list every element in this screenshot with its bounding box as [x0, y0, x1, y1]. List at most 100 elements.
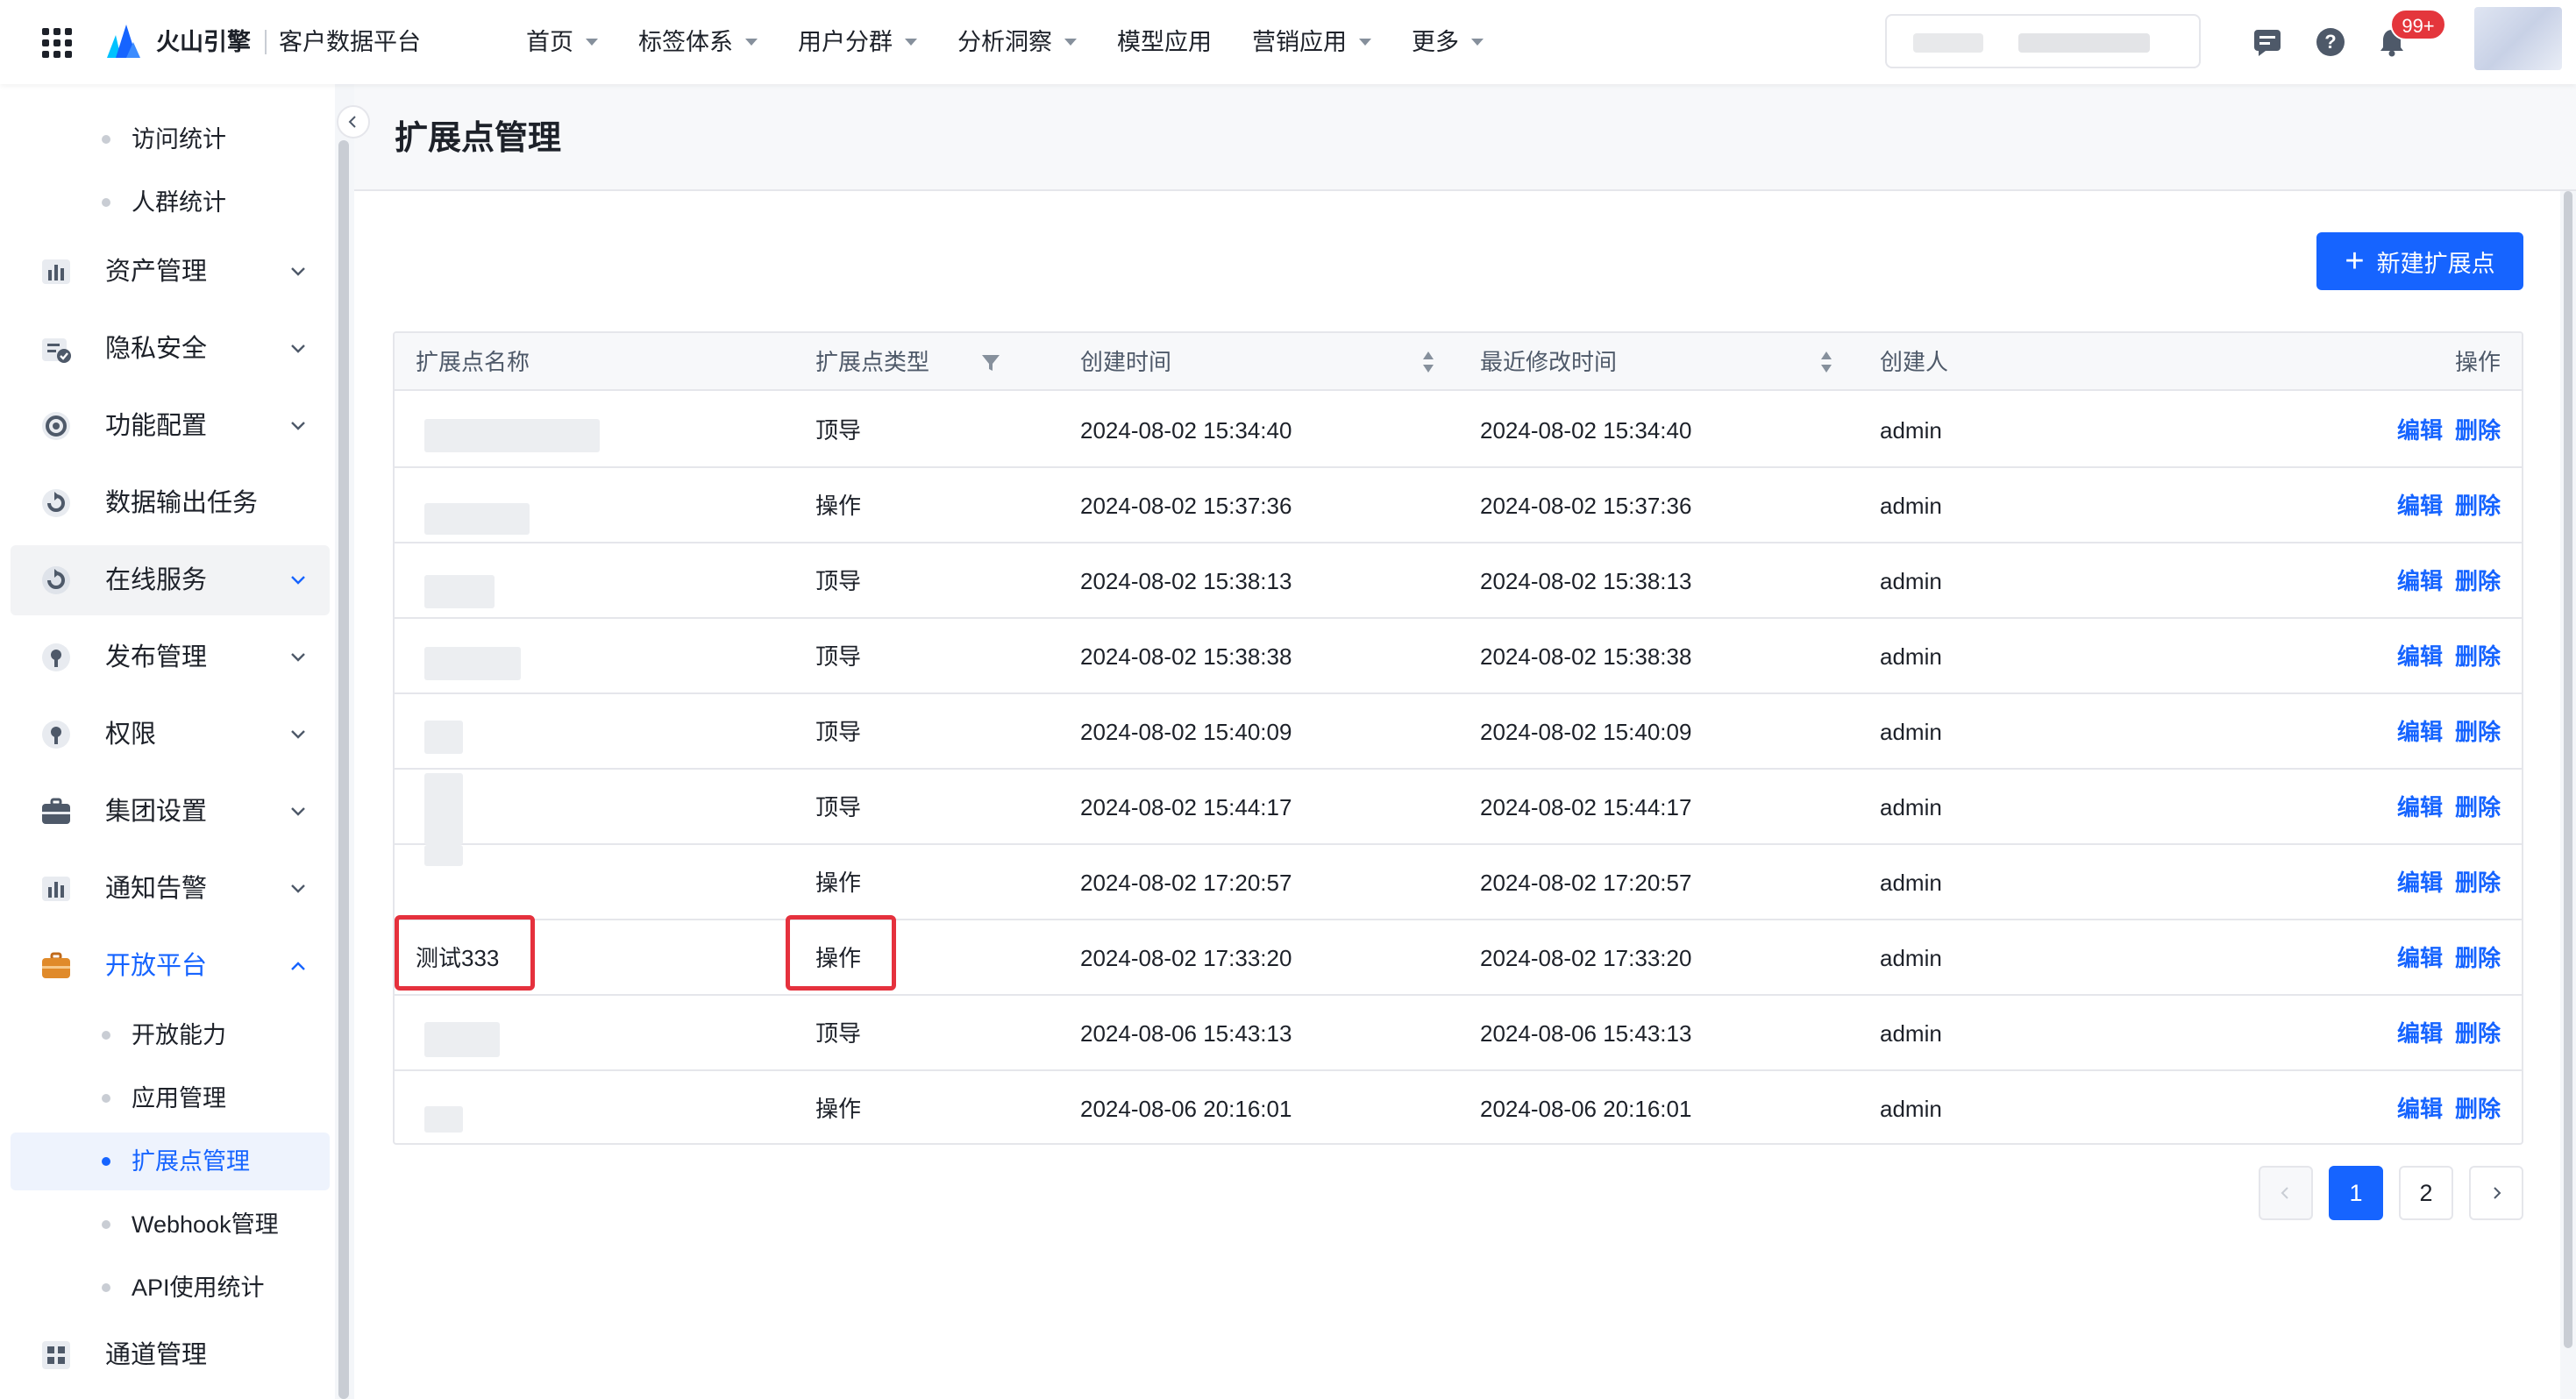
sidebar-group-data-export[interactable]: 数据输出任务: [11, 468, 330, 538]
delete-link[interactable]: 删除: [2455, 866, 2501, 899]
delete-link[interactable]: 删除: [2455, 1017, 2501, 1050]
sidebar-item-api-stats[interactable]: API使用统计: [11, 1259, 330, 1317]
delete-link[interactable]: 删除: [2455, 640, 2501, 673]
delete-link[interactable]: 删除: [2455, 715, 2501, 749]
sidebar-group-label: 在线服务: [105, 566, 208, 594]
cell-modified-time: 2024-08-02 17:33:20: [1480, 945, 1692, 971]
sidebar-scrollbar[interactable]: [338, 140, 349, 1399]
sidebar-item-extension-points[interactable]: 扩展点管理: [11, 1133, 330, 1190]
sidebar-item-label: 扩展点管理: [132, 1148, 250, 1175]
plus-icon: +: [2345, 243, 2365, 280]
edit-link[interactable]: 编辑: [2397, 1017, 2443, 1050]
sidebar-item-visit-stats[interactable]: 访问统计: [11, 110, 330, 168]
main-scrollbar[interactable]: [2564, 191, 2572, 1348]
sidebar-group-label: 资产管理: [105, 258, 208, 286]
cell-type: 顶导: [815, 643, 862, 670]
edit-link[interactable]: 编辑: [2397, 565, 2443, 598]
sidebar-group-label: 通道管理: [105, 1341, 208, 1369]
table-row: 顶导 2024-08-02 15:40:09 2024-08-02 15:40:09…: [395, 694, 2522, 770]
cell-created-time: 2024-08-02 15:44:17: [1080, 794, 1292, 820]
sidebar-group-permissions[interactable]: 权限: [11, 700, 330, 770]
app-launcher-icon[interactable]: [42, 28, 72, 58]
bar-chart-icon: [42, 877, 70, 901]
sidebar-group-label: 隐私安全: [105, 335, 208, 363]
nav-item-label: 营销应用: [1252, 29, 1347, 55]
nav-item-marketing[interactable]: 营销应用: [1252, 26, 1371, 58]
edit-link[interactable]: 编辑: [2397, 791, 2443, 824]
sidebar-group-channels[interactable]: 通道管理: [11, 1320, 330, 1390]
edit-link[interactable]: 编辑: [2397, 715, 2443, 749]
message-icon[interactable]: [2252, 26, 2283, 58]
sidebar-item-webhook[interactable]: Webhook管理: [11, 1196, 330, 1253]
chevron-left-icon: [2281, 1187, 2288, 1199]
cell-created-time: 2024-08-02 15:34:40: [1080, 417, 1292, 444]
sidebar-group-label: 数据输出任务: [105, 489, 259, 517]
cell-modified-time: 2024-08-06 20:16:01: [1480, 1096, 1692, 1122]
sidebar-group-label: 发布管理: [105, 643, 208, 671]
sidebar-group-notifications[interactable]: 通知告警: [11, 854, 330, 924]
edit-link[interactable]: 编辑: [2397, 1092, 2443, 1126]
redacted-name: [424, 647, 521, 680]
caret-down-icon: [586, 39, 598, 46]
sidebar-item-label: Webhook管理: [132, 1211, 279, 1238]
edit-link[interactable]: 编辑: [2397, 941, 2443, 975]
sidebar-item-crowd-stats[interactable]: 人群统计: [11, 174, 330, 231]
workspace-selector[interactable]: [1885, 14, 2201, 68]
chevron-down-icon: [291, 730, 305, 739]
cell-creator: admin: [1880, 794, 1942, 820]
sidebar-group-publish[interactable]: 发布管理: [11, 622, 330, 692]
pagination-next-button[interactable]: [2469, 1166, 2523, 1220]
new-extension-point-button[interactable]: + 新建扩展点: [2316, 232, 2523, 290]
cell-created-time: 2024-08-02 17:33:20: [1080, 945, 1292, 971]
column-header-creator: 创建人: [1880, 349, 1949, 375]
nav-item-insights[interactable]: 分析洞察: [957, 26, 1077, 58]
briefcase-icon: [42, 798, 70, 824]
sidebar-group-online-service[interactable]: 在线服务: [11, 545, 330, 615]
sidebar-group-privacy[interactable]: 隐私安全: [11, 314, 330, 384]
delete-link[interactable]: 删除: [2455, 941, 2501, 975]
sort-icon[interactable]: [1420, 349, 1436, 375]
table-row: 操作 2024-08-06 20:16:01 2024-08-06 20:16:01…: [395, 1071, 2522, 1143]
collapse-sidebar-button[interactable]: [337, 105, 370, 138]
pagination-page-1[interactable]: 1: [2329, 1166, 2383, 1220]
pagination-page-2[interactable]: 2: [2399, 1166, 2453, 1220]
delete-link[interactable]: 删除: [2455, 1092, 2501, 1126]
nav-item-home[interactable]: 首页: [526, 26, 598, 58]
sidebar-group-label: 功能配置: [105, 412, 208, 440]
sidebar-group-feature-config[interactable]: 功能配置: [11, 391, 330, 461]
nav-item-models[interactable]: 模型应用: [1117, 26, 1212, 58]
cell-creator: admin: [1880, 1096, 1942, 1122]
cloud-service-icon: [42, 566, 70, 594]
cell-creator: admin: [1880, 493, 1942, 519]
delete-link[interactable]: 删除: [2455, 489, 2501, 522]
edit-link[interactable]: 编辑: [2397, 866, 2443, 899]
edit-link[interactable]: 编辑: [2397, 489, 2443, 522]
nav-item-label: 分析洞察: [957, 29, 1052, 55]
edit-link[interactable]: 编辑: [2397, 640, 2443, 673]
sidebar-item-app-management[interactable]: 应用管理: [11, 1069, 330, 1127]
cell-type: 操作: [815, 945, 862, 971]
sidebar-group-open-platform[interactable]: 开放平台: [11, 931, 330, 1001]
nav-item-tags[interactable]: 标签体系: [638, 26, 758, 58]
sort-icon[interactable]: [1818, 349, 1834, 375]
nav-item-more[interactable]: 更多: [1412, 26, 1484, 58]
delete-link[interactable]: 删除: [2455, 565, 2501, 598]
column-header-name: 扩展点名称: [416, 349, 530, 375]
export-icon: [42, 489, 70, 517]
filter-icon[interactable]: [980, 352, 1001, 373]
top-navbar: 火山引擎 客户数据平台 首页 标签体系 用户分群 分析洞察 模型应用 营销应用 …: [0, 0, 2576, 84]
table-row: 测试333 操作 2024-08-02 17:33:20 2024-08-02 17:…: [395, 920, 2522, 996]
avatar[interactable]: [2474, 7, 2562, 70]
bullet-dot: [102, 1094, 110, 1103]
cell-creator: admin: [1880, 719, 1942, 745]
edit-link[interactable]: 编辑: [2397, 414, 2443, 447]
help-icon[interactable]: ?: [2315, 26, 2346, 58]
nav-item-segments[interactable]: 用户分群: [798, 26, 917, 58]
pagination-prev-button[interactable]: [2259, 1166, 2313, 1220]
sidebar-group-group-settings[interactable]: 集团设置: [11, 777, 330, 847]
delete-link[interactable]: 删除: [2455, 414, 2501, 447]
delete-link[interactable]: 删除: [2455, 791, 2501, 824]
sidebar-group-assets[interactable]: 资产管理: [11, 237, 330, 307]
sidebar-item-open-capability[interactable]: 开放能力: [11, 1006, 330, 1064]
sidebar-item-label: API使用统计: [132, 1275, 265, 1301]
